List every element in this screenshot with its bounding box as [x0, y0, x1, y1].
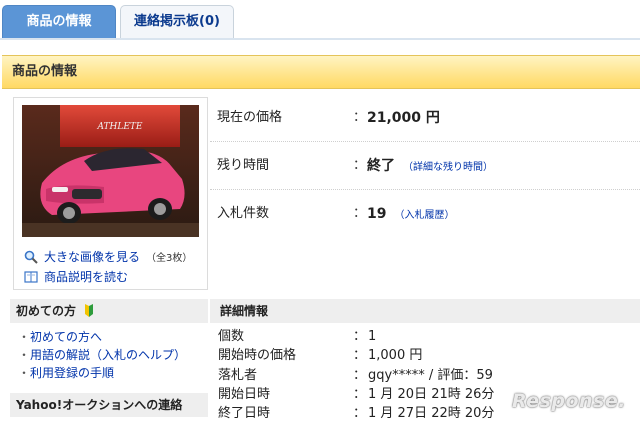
price-value: 21,000 円 — [367, 110, 440, 126]
time-label: 残り時間 — [217, 158, 270, 173]
beginner-links: 初めての方へ 用語の解説（入札のヘルプ） 利用登録の手順 — [18, 328, 186, 382]
tab-bar: 商品の情報 連絡掲示板(0) — [0, 0, 640, 42]
large-image-link[interactable]: 大きな画像を見る — [44, 248, 140, 265]
beginner-mark-icon — [84, 301, 94, 317]
bids-value-wrap: 19 （入札履歴） — [367, 190, 454, 240]
time-detail-link[interactable]: （詳細な残り時間） — [403, 162, 493, 173]
magnifier-icon — [24, 250, 38, 264]
side-link-beginners: 初めての方へ — [18, 328, 186, 346]
large-image-link-row: 大きな画像を見る （全3枚） — [24, 248, 192, 265]
watermark-logo: Response. — [512, 390, 626, 412]
details-heading: 詳細情報 — [210, 299, 640, 323]
section-title: 商品の情報 — [2, 55, 640, 89]
side-link-glossary: 用語の解説（入札のヘルプ） — [18, 346, 186, 364]
photo-panel: ATHLETE 大きな画像を見る （全3枚） 商品説明を読む — [13, 97, 208, 290]
beginner-heading: 初めての方 — [10, 299, 208, 323]
bids-value: 19 — [367, 206, 387, 222]
detail-row-start-price: 開始時の価格： 1,000 円 — [218, 348, 423, 363]
tab-item-info[interactable]: 商品の情報 — [2, 5, 116, 39]
bid-history-link[interactable]: （入札履歴） — [394, 210, 454, 221]
time-value: 終了 — [367, 158, 395, 174]
time-value-wrap: 終了 （詳細な残り時間） — [367, 142, 493, 192]
box-brand-text: ATHLETE — [97, 122, 143, 132]
tab-underline — [0, 38, 640, 40]
bids-label: 入札件数 — [217, 206, 270, 221]
contact-heading: Yahoo!オークションへの連絡 — [10, 393, 208, 417]
tab-message-board[interactable]: 連絡掲示板(0) — [120, 5, 234, 39]
side-link-registration: 利用登録の手順 — [18, 364, 186, 382]
detail-row-quantity: 個数： 1 — [218, 329, 377, 344]
book-icon — [24, 270, 38, 284]
description-link[interactable]: 商品説明を読む — [44, 268, 128, 285]
description-link-row: 商品説明を読む — [24, 268, 128, 285]
product-photo[interactable]: ATHLETE — [22, 105, 199, 237]
image-count: （全3枚） — [146, 253, 193, 264]
time-row: 残り時間 ： 終了 （詳細な残り時間） — [210, 142, 640, 190]
detail-row-winner: 落札者： gqy***** / 評価：59 — [218, 368, 493, 383]
price-row: 現在の価格 ： 21,000 円 — [210, 94, 640, 142]
bids-row: 入札件数 ： 19 （入札履歴） — [210, 190, 640, 238]
price-label: 現在の価格 — [217, 110, 283, 125]
